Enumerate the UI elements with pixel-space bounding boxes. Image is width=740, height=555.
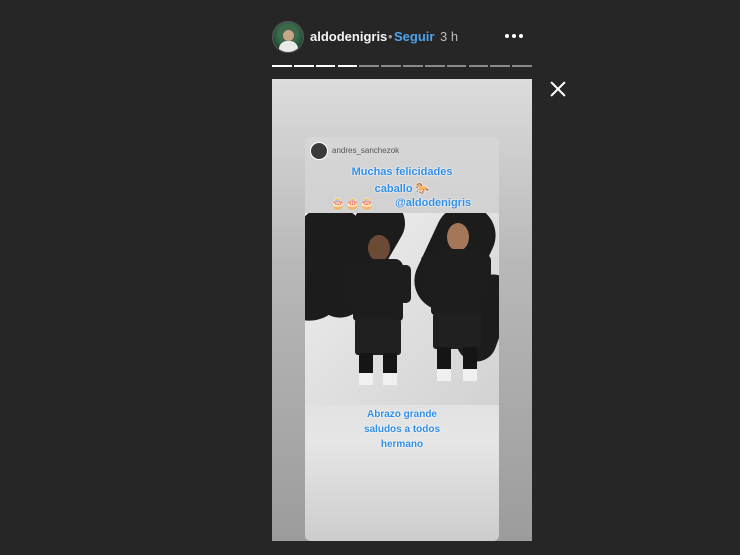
bottom-text-line2: saludos a todos [363, 424, 441, 435]
player-sock [463, 369, 477, 381]
more-options-icon[interactable] [502, 26, 526, 44]
more-dot [519, 34, 523, 38]
player-shorts [355, 319, 401, 355]
progress-segment [381, 65, 401, 67]
avatar-body [279, 41, 298, 52]
progress-segment [490, 65, 511, 67]
story-frame[interactable]: andres_sanchezok Muchas felicidades caba… [272, 79, 532, 541]
story-text-line2: caballo 🐎 [374, 183, 430, 195]
player-left [343, 235, 413, 405]
progress-segment [468, 65, 489, 67]
player-arm [399, 265, 411, 303]
progress-segment [446, 65, 467, 67]
mention-sticker[interactable]: @aldodenigris [395, 197, 471, 209]
player-shorts [433, 313, 481, 349]
player-right [421, 223, 493, 405]
player-head [368, 235, 390, 261]
more-dot [512, 34, 516, 38]
card-user-avatar [310, 142, 328, 160]
progress-segment [337, 65, 358, 67]
story-text-line1: Muchas felicidades [351, 166, 453, 178]
story-header: aldodenigris • Seguir 3 h [272, 20, 532, 54]
story-progress-bar [272, 65, 532, 67]
bottom-text-line3: hermano [380, 439, 424, 450]
separator-dot: • [388, 29, 393, 44]
follow-button[interactable]: Seguir [394, 29, 434, 44]
player-sock [437, 369, 451, 381]
progress-segment [403, 65, 423, 67]
player-sock [383, 373, 397, 385]
time-ago: 3 h [440, 29, 459, 44]
progress-segment [293, 65, 314, 67]
reshared-story-card: andres_sanchezok Muchas felicidades caba… [305, 137, 499, 541]
player-jersey [431, 249, 483, 315]
username[interactable]: aldodenigris [310, 29, 387, 44]
player-arm [479, 255, 491, 295]
player-head [447, 223, 469, 251]
more-dot [505, 34, 509, 38]
player-arm [421, 255, 433, 295]
progress-segment [359, 65, 380, 67]
story-photo [305, 213, 499, 405]
player-arm [343, 265, 355, 303]
progress-segment [272, 65, 292, 67]
progress-segment [512, 65, 532, 67]
card-username: andres_sanchezok [332, 146, 400, 155]
progress-segment [315, 65, 336, 67]
bottom-text-line1: Abrazo grande [366, 409, 437, 420]
player-sock [359, 373, 373, 385]
user-avatar[interactable] [272, 21, 304, 53]
avatar-head [283, 30, 294, 41]
story-bottom-text: Abrazo grande saludos a todos hermano [305, 407, 499, 452]
cake-emojis: 🎂🎂🎂 [331, 198, 376, 210]
close-icon[interactable] [547, 78, 569, 100]
player-jersey [353, 259, 403, 321]
progress-segment [424, 65, 445, 67]
